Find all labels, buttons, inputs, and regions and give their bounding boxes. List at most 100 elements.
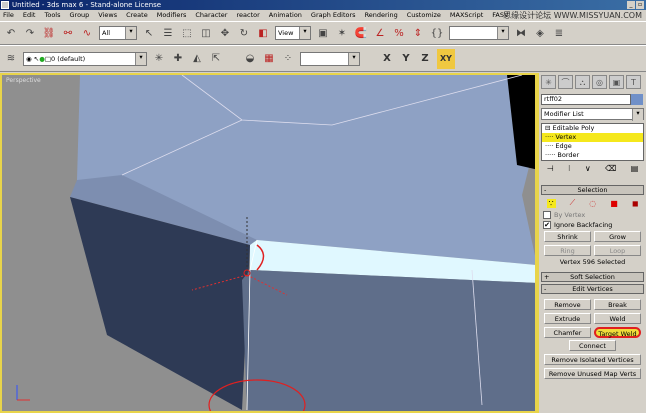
object-name-field[interactable]: rtff02 — [541, 94, 631, 105]
layers-icon[interactable]: ≋ — [4, 52, 18, 66]
modify-tab-icon[interactable]: ⌒ — [558, 75, 573, 89]
vertex-level-icon[interactable]: ∵ — [546, 198, 556, 208]
rectangular-selection-icon[interactable]: ⬚ — [180, 26, 194, 40]
connect-button[interactable]: Connect — [569, 340, 616, 351]
show-end-result-icon[interactable]: ⁝ — [568, 164, 571, 173]
scale-icon[interactable]: ◧ — [256, 26, 270, 40]
extrude-button[interactable]: Extrude — [544, 313, 591, 324]
unlink-icon[interactable]: ⚯ — [61, 26, 75, 40]
menu-tools[interactable]: Tools — [44, 10, 60, 21]
reference-coordinate-dropdown[interactable]: View — [275, 26, 311, 40]
new-layer-icon[interactable]: ✳ — [152, 52, 166, 66]
stack-item-edge[interactable]: ···· Edge — [542, 142, 643, 151]
angle-snap-icon[interactable]: ∠ — [373, 26, 387, 40]
make-unique-icon[interactable]: ∨ — [585, 164, 591, 173]
add-to-layer-icon[interactable]: ✚ — [171, 52, 185, 66]
layer-dropdown[interactable]: ◉ ↖ ● □ 0 (default) — [23, 51, 147, 66]
perspective-viewport[interactable]: Perspective — [0, 73, 537, 413]
layer-name: 0 (default) — [51, 54, 86, 63]
select-object-icon[interactable]: ↖ — [142, 26, 156, 40]
hierarchy-tab-icon[interactable]: ⛬ — [575, 75, 590, 89]
stack-item-border[interactable]: ····· Border — [542, 151, 643, 160]
maximize-button[interactable]: ▫ — [636, 1, 644, 9]
menu-create[interactable]: Create — [126, 10, 148, 21]
object-color-swatch[interactable] — [631, 94, 643, 105]
axis-z-button[interactable]: Z — [418, 53, 432, 64]
select-by-name-icon[interactable]: ☰ — [161, 26, 175, 40]
ignore-backfacing-checkbox[interactable]: ✔ — [543, 221, 551, 229]
menu-animation[interactable]: Animation — [269, 10, 302, 21]
menu-rendering[interactable]: Rendering — [365, 10, 398, 21]
by-vertex-checkbox[interactable] — [543, 211, 551, 219]
modifier-list-dropdown[interactable]: Modifier List — [541, 108, 644, 121]
weld-button[interactable]: Weld — [594, 313, 641, 324]
element-level-icon[interactable]: ◼ — [632, 199, 639, 208]
menu-views[interactable]: Views — [98, 10, 117, 21]
named-selection-icon[interactable]: {} — [430, 26, 444, 40]
menu-group[interactable]: Group — [70, 10, 90, 21]
redo-icon[interactable]: ↷ — [23, 26, 37, 40]
menu-file[interactable]: File — [3, 10, 14, 21]
stack-item-vertex[interactable]: ···· Vertex — [542, 133, 643, 142]
remove-modifier-icon[interactable]: ⌫ — [605, 164, 616, 173]
chamfer-button[interactable]: Chamfer — [544, 327, 591, 338]
set-current-layer-icon[interactable]: ⇱ — [209, 52, 223, 66]
remove-unused-map-verts-button[interactable]: Remove Unused Map Verts — [544, 368, 641, 379]
display-tab-icon[interactable]: ▣ — [609, 75, 624, 89]
viewport-label: Perspective — [6, 77, 41, 84]
teapot-icon[interactable]: ◒ — [243, 52, 257, 66]
stack-item-editable-poly[interactable]: ⊟ Editable Poly — [542, 124, 643, 133]
polygon-level-icon[interactable]: ■ — [610, 199, 618, 208]
utilities-tab-icon[interactable]: T — [626, 75, 641, 89]
ring-button[interactable]: Ring — [544, 245, 591, 256]
spinner-snap-icon[interactable]: ⇕ — [411, 26, 425, 40]
manipulate-icon[interactable]: ✶ — [335, 26, 349, 40]
shrink-button[interactable]: Shrink — [544, 231, 591, 242]
target-weld-button[interactable]: Target Weld — [594, 327, 641, 338]
soft-selection-rollout[interactable]: + Soft Selection — [541, 272, 644, 282]
extrude-icon[interactable]: ▦ — [262, 52, 276, 66]
link-icon[interactable]: ⛓ — [42, 26, 56, 40]
menu-reactor[interactable]: reactor — [236, 10, 259, 21]
menu-modifiers[interactable]: Modifiers — [157, 10, 187, 21]
axis-xy-button[interactable]: XY — [437, 48, 455, 69]
configure-sets-icon[interactable]: ▤ — [631, 164, 639, 173]
selection-filter-dropdown[interactable]: All — [99, 26, 137, 40]
edge-level-icon[interactable]: ⟋ — [570, 198, 576, 208]
menu-maxscript[interactable]: MAXScript — [450, 10, 483, 21]
layer-manager-icon[interactable]: ≣ — [552, 26, 566, 40]
create-tab-icon[interactable]: ✳ — [541, 75, 556, 89]
align-icon[interactable]: ◈ — [533, 26, 547, 40]
remove-isolated-vertices-button[interactable]: Remove Isolated Vertices — [544, 354, 641, 365]
axis-x-button[interactable]: X — [380, 53, 394, 64]
pivot-icon[interactable]: ▣ — [316, 26, 330, 40]
border-level-icon[interactable]: ◌ — [589, 199, 596, 208]
particle-icon[interactable]: ⁘ — [281, 52, 295, 66]
remove-button[interactable]: Remove — [544, 299, 591, 310]
bind-space-warp-icon[interactable]: ∿ — [80, 26, 94, 40]
edit-vertices-rollout[interactable]: - Edit Vertices — [541, 284, 644, 294]
axis-y-button[interactable]: Y — [399, 53, 413, 64]
named-selection-dropdown[interactable] — [449, 26, 509, 40]
mirror-icon[interactable]: ⧓ — [514, 26, 528, 40]
pin-stack-icon[interactable]: ⊣ — [547, 164, 554, 173]
minimize-button[interactable]: _ — [627, 1, 635, 9]
rotate-icon[interactable]: ↻ — [237, 26, 251, 40]
motion-tab-icon[interactable]: ◎ — [592, 75, 607, 89]
loop-button[interactable]: Loop — [594, 245, 641, 256]
menu-graph-editors[interactable]: Graph Editors — [311, 10, 356, 21]
undo-icon[interactable]: ↶ — [4, 26, 18, 40]
by-vertex-label: By Vertex — [554, 211, 586, 219]
toolbar-dropdown[interactable] — [300, 51, 360, 66]
snap-icon[interactable]: 🧲 — [354, 26, 368, 40]
percent-snap-icon[interactable]: % — [392, 26, 406, 40]
select-layer-icon[interactable]: ◭ — [190, 52, 204, 66]
menu-edit[interactable]: Edit — [23, 10, 36, 21]
selection-rollout[interactable]: - Selection — [541, 185, 644, 195]
move-icon[interactable]: ✥ — [218, 26, 232, 40]
menu-character[interactable]: Character — [195, 10, 227, 21]
break-button[interactable]: Break — [594, 299, 641, 310]
menu-customize[interactable]: Customize — [407, 10, 441, 21]
window-crossing-icon[interactable]: ◫ — [199, 26, 213, 40]
grow-button[interactable]: Grow — [594, 231, 641, 242]
